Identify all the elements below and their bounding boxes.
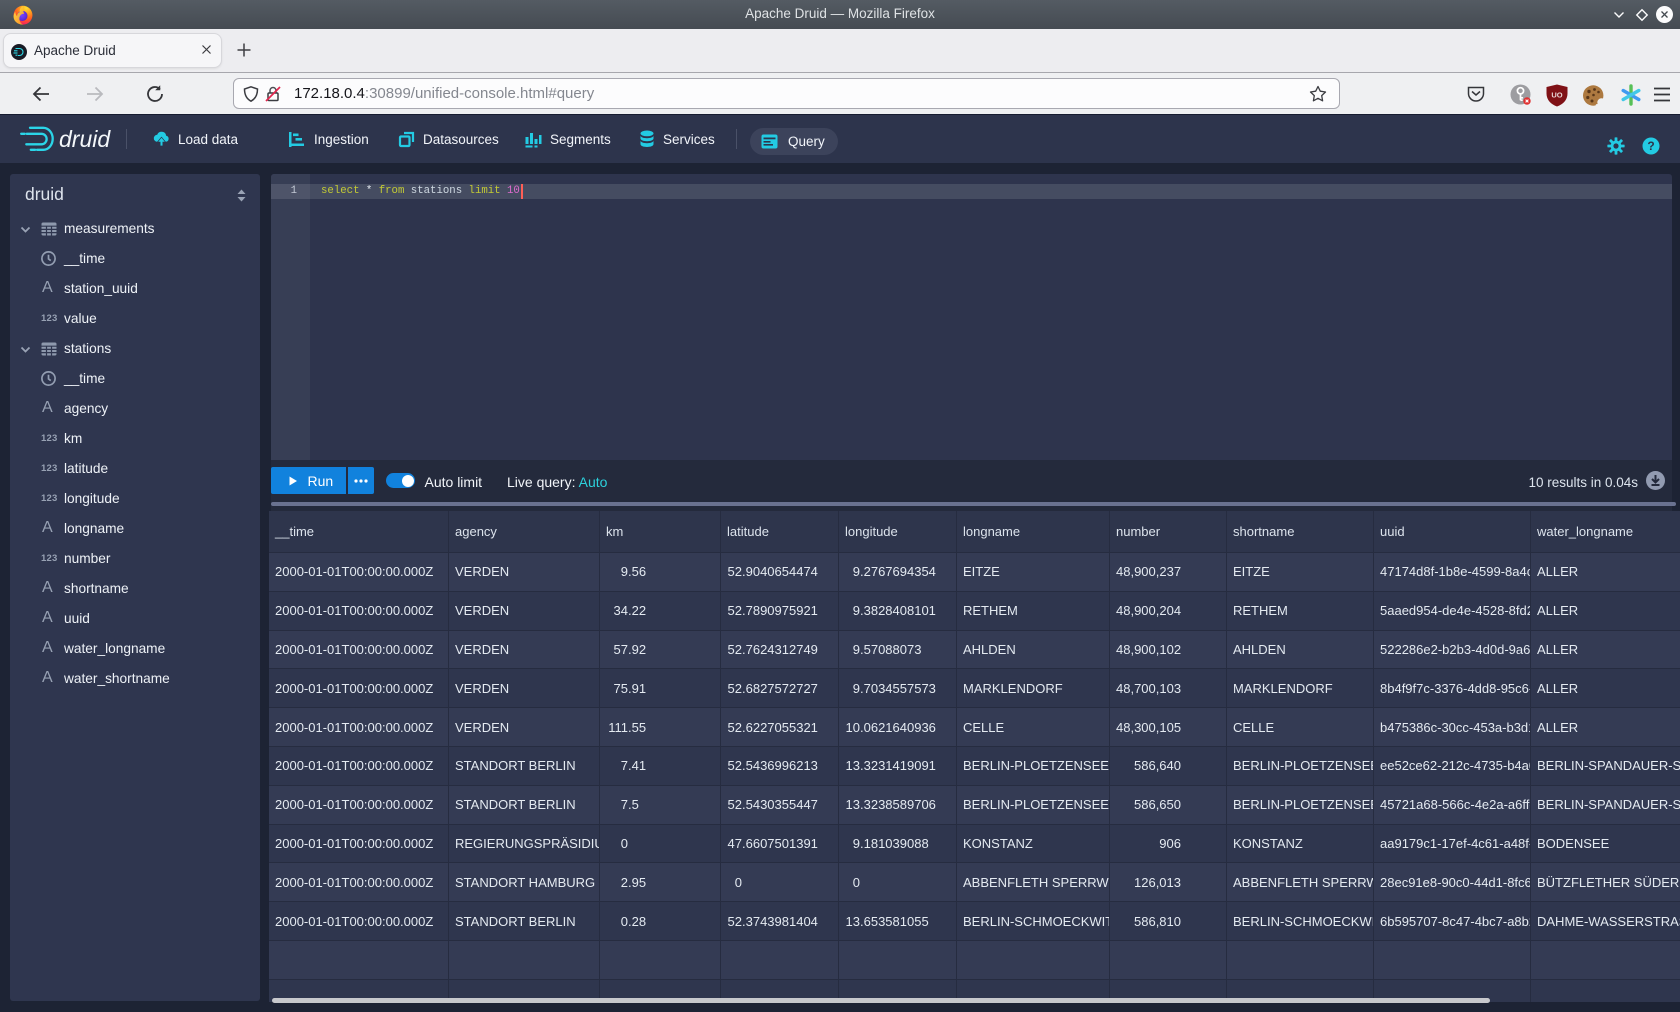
svg-text:?: ?: [1647, 139, 1654, 153]
svg-text:UO: UO: [1551, 91, 1562, 100]
